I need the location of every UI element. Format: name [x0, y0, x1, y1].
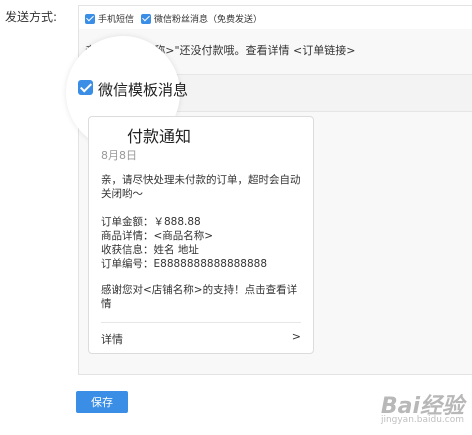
card-message-line-2: 关闭哟～	[101, 188, 143, 200]
card-details-link[interactable]: 详情	[101, 331, 123, 347]
card-thanks-line-2: 情	[101, 298, 112, 310]
wechat-template-checkbox[interactable]	[78, 80, 93, 95]
sms-option[interactable]: 手机短信	[85, 12, 134, 25]
card-address: 收获信息：姓名 地址	[101, 244, 199, 256]
send-method-label: 发送方式:	[5, 10, 58, 24]
card-date: 8月8日	[101, 149, 137, 162]
card-title: 付款通知	[127, 127, 192, 146]
send-method-options: 手机短信 微信粉丝消息（免费发送）	[78, 5, 472, 31]
card-order-number: 订单编号：E8888888888888888	[101, 258, 268, 270]
card-amount: 订单金额：￥888.88	[101, 216, 201, 228]
save-button[interactable]: 保存	[76, 391, 128, 413]
wechat-message-preview-card: 付款通知 8月8日 亲，请尽快处理未付款的订单，超时会自动 关闭哟～ 订单金额：…	[88, 116, 314, 354]
chevron-right-icon[interactable]: >	[292, 330, 301, 343]
sms-checkbox[interactable]	[85, 13, 95, 24]
card-divider	[101, 322, 301, 323]
wechat-fans-option[interactable]: 微信粉丝消息（免费发送）	[141, 12, 262, 25]
wechat-fans-option-label: 微信粉丝消息（免费发送）	[154, 15, 263, 25]
wechat-fans-checkbox[interactable]	[141, 13, 151, 24]
card-product: 商品详情：<商品名称>	[101, 230, 214, 242]
card-thanks-line-1: 感谢您对<店铺名称>的支持！点击查看详	[101, 284, 298, 296]
card-message-line-1: 亲，请尽快处理未付款的订单，超时会自动	[101, 174, 301, 186]
sms-option-label: 手机短信	[98, 15, 135, 25]
baidu-watermark-url: jingyan.baidu.com	[380, 415, 464, 425]
wechat-template-label: 微信模板消息	[98, 81, 189, 99]
